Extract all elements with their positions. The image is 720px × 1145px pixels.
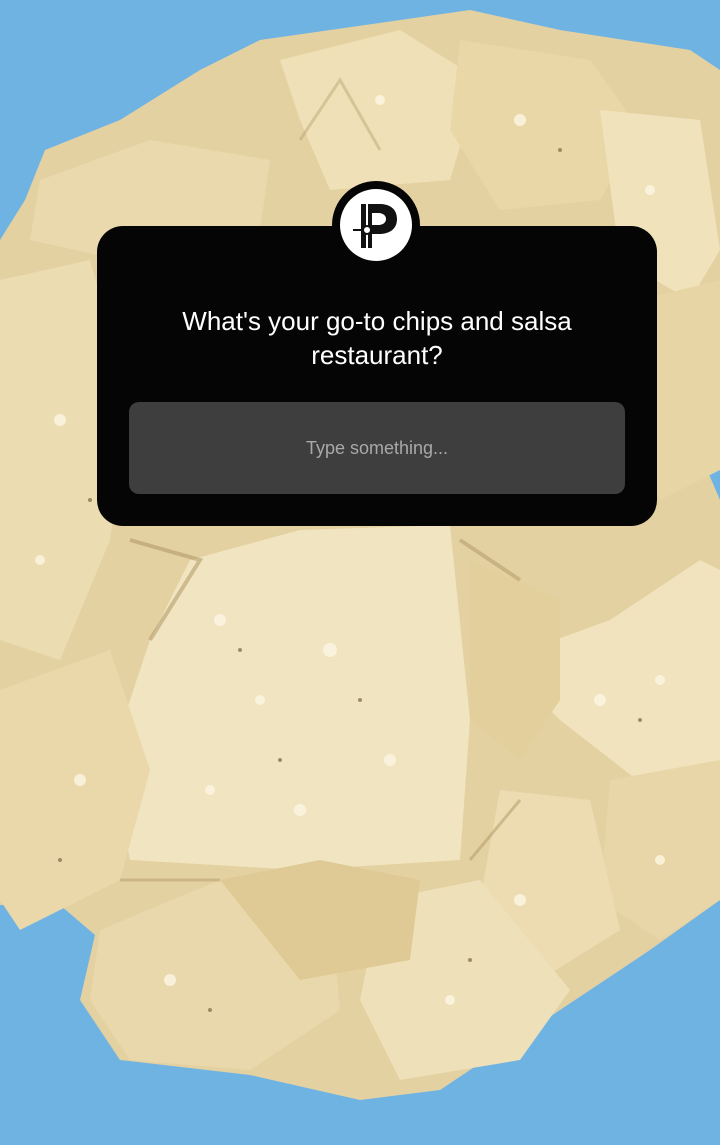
answer-input[interactable] [129,402,625,494]
question-sticker[interactable]: What's your go-to chips and salsa restau… [97,226,657,526]
question-text: What's your go-to chips and salsa restau… [182,306,572,370]
p-logo-icon [353,204,397,248]
avatar [332,181,420,269]
chips-photo [0,10,720,1100]
story-canvas: What's your go-to chips and salsa restau… [0,0,720,1145]
